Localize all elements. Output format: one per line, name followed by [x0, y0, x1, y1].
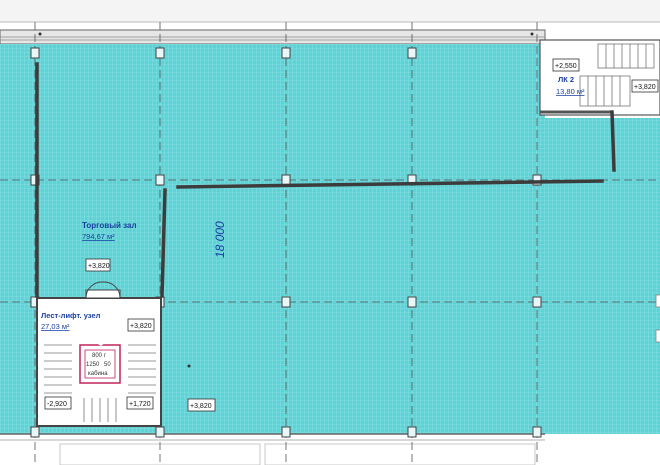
room-name-sales-hall: Торговый зал: [82, 221, 137, 230]
room-area-sales-hall: 794,67 м²: [82, 232, 115, 241]
svg-text:+2,550: +2,550: [555, 63, 577, 70]
svg-text:+3,820: +3,820: [634, 84, 656, 91]
svg-text:+1,720: +1,720: [129, 401, 151, 408]
level-tag-hall-floor: +3,820: [187, 398, 216, 412]
elevator-cabin: кабина: [88, 371, 108, 377]
svg-text:+3,820: +3,820: [190, 403, 212, 410]
level-tag-hall-door: +3,820: [85, 258, 111, 272]
elevator-side-2: 50: [104, 362, 111, 368]
svg-text:+3,820: +3,820: [88, 263, 110, 270]
level-tag-stair-top: +3,820: [127, 318, 155, 332]
level-tag-lk2-right: +3,820: [631, 79, 659, 93]
svg-text:+3,820: +3,820: [130, 323, 152, 330]
bottom-strip: [0, 434, 660, 465]
dimension-18000: 18 000: [213, 221, 227, 258]
elevator-width: 800: [92, 353, 103, 359]
level-tag-stair-mid: +1,720: [126, 396, 154, 410]
svg-text:-2,920: -2,920: [47, 401, 67, 408]
floor-plan: Торговый зал 794,67 м² Лест-лифт. узел 2…: [0, 0, 660, 465]
level-tag-lk2-left: +2,550: [552, 58, 580, 72]
sheet-top-strip: [0, 0, 660, 22]
room-area-stair-lift: 27,03 м²: [41, 322, 70, 331]
room-area-lk2: 13,80 м²: [556, 87, 585, 96]
level-tag-stair-bottom-left: -2,920: [44, 396, 72, 410]
elevator-depth: 1250: [86, 362, 100, 368]
room-name-lk2: ЛК 2: [558, 75, 574, 84]
floor-area-right: [545, 118, 660, 434]
room-name-stair-lift: Лест-лифт. узел: [41, 311, 101, 320]
